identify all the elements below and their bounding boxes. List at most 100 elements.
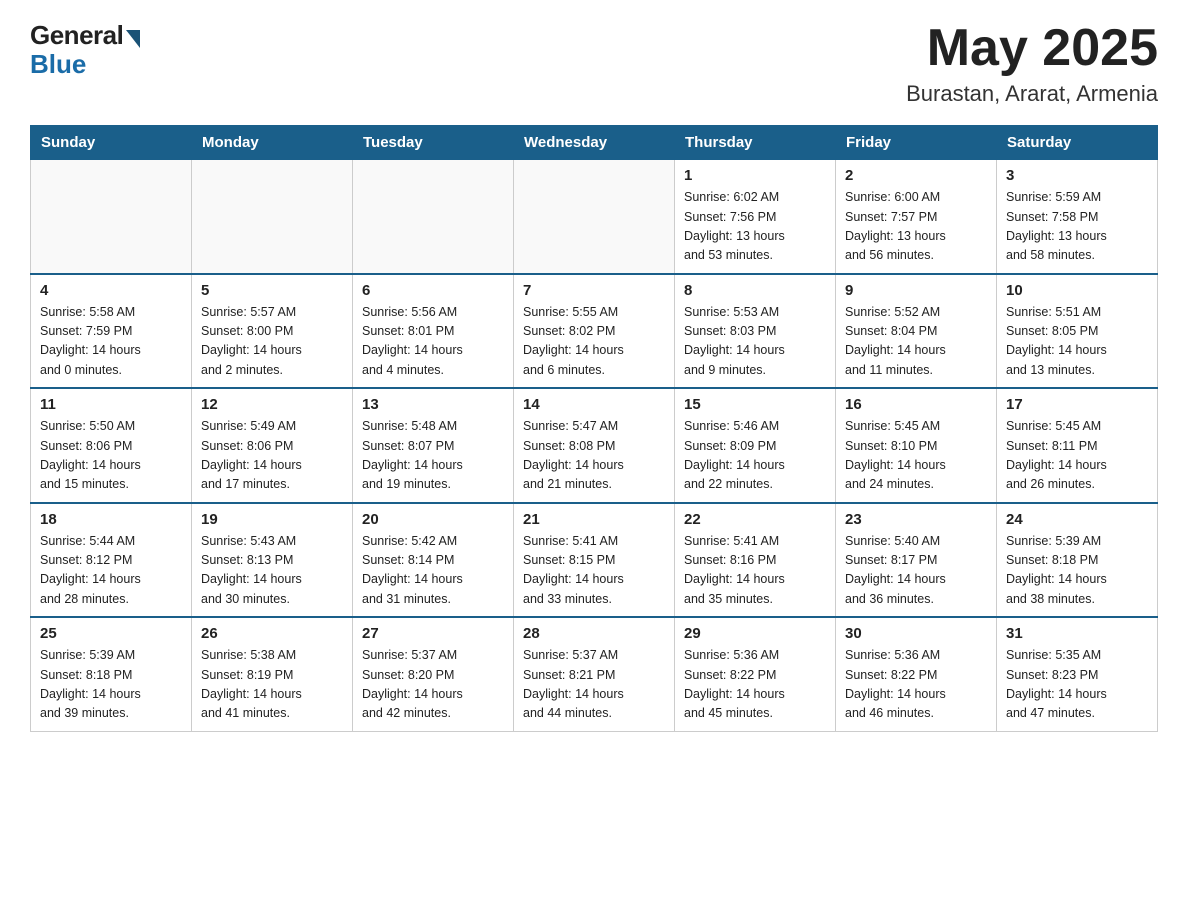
calendar-cell: 3Sunrise: 5:59 AMSunset: 7:58 PMDaylight…: [997, 160, 1158, 274]
day-info: Sunrise: 5:44 AMSunset: 8:12 PMDaylight:…: [40, 532, 182, 610]
calendar-cell: 22Sunrise: 5:41 AMSunset: 8:16 PMDayligh…: [675, 503, 836, 618]
day-info: Sunrise: 5:55 AMSunset: 8:02 PMDaylight:…: [523, 303, 665, 381]
title-section: May 2025 Burastan, Ararat, Armenia: [906, 20, 1158, 107]
day-number: 4: [40, 282, 182, 299]
day-info: Sunrise: 5:43 AMSunset: 8:13 PMDaylight:…: [201, 532, 343, 610]
day-number: 28: [523, 625, 665, 642]
calendar-week-row: 25 Sunrise: 5:39 AMSunset: 8:18 PMDayligh…: [31, 617, 1158, 731]
day-info: Sunrise: 5:52 AMSunset: 8:04 PMDaylight:…: [845, 303, 987, 381]
day-number: 14: [523, 396, 665, 413]
day-info: Sunrise: 5:41 AMSunset: 8:15 PMDaylight:…: [523, 532, 665, 610]
day-number: 26: [201, 625, 343, 642]
day-info: Sunrise: 5:37 AMSunset: 8:21 PMDaylight:…: [523, 646, 665, 724]
calendar-cell: 15Sunrise: 5:46 AMSunset: 8:09 PMDayligh…: [675, 388, 836, 503]
day-number: 9: [845, 282, 987, 299]
calendar-week-row: 11 Sunrise: 5:50 AMSunset: 8:06 PMDayligh…: [31, 388, 1158, 503]
calendar-cell: 17Sunrise: 5:45 AMSunset: 8:11 PMDayligh…: [997, 388, 1158, 503]
day-info: Sunrise: 5:36 AMSunset: 8:22 PMDaylight:…: [684, 646, 826, 724]
calendar-cell: [31, 160, 192, 274]
calendar-cell: 14 Sunrise: 5:47 AMSunset: 8:08 PMDayligh…: [514, 388, 675, 503]
calendar-header-wednesday: Wednesday: [514, 126, 675, 160]
calendar-week-row: 1 Sunrise: 6:02 AMSunset: 7:56 PMDaylight…: [31, 160, 1158, 274]
calendar-cell: 1 Sunrise: 6:02 AMSunset: 7:56 PMDaylight…: [675, 160, 836, 274]
calendar-cell: 5 Sunrise: 5:57 AMSunset: 8:00 PMDaylight…: [192, 274, 353, 389]
day-number: 21: [523, 511, 665, 528]
calendar-cell: 26 Sunrise: 5:38 AMSunset: 8:19 PMDayligh…: [192, 617, 353, 731]
calendar-cell: 7 Sunrise: 5:55 AMSunset: 8:02 PMDaylight…: [514, 274, 675, 389]
calendar-header-tuesday: Tuesday: [353, 126, 514, 160]
calendar-cell: [353, 160, 514, 274]
day-number: 30: [845, 625, 987, 642]
day-info: Sunrise: 5:40 AMSunset: 8:17 PMDaylight:…: [845, 532, 987, 610]
day-info: Sunrise: 5:58 AMSunset: 7:59 PMDaylight:…: [40, 303, 182, 381]
calendar-header-monday: Monday: [192, 126, 353, 160]
logo: General Blue: [30, 20, 140, 80]
day-info: Sunrise: 6:02 AMSunset: 7:56 PMDaylight:…: [684, 188, 826, 266]
calendar-cell: 18 Sunrise: 5:44 AMSunset: 8:12 PMDayligh…: [31, 503, 192, 618]
day-number: 24: [1006, 511, 1148, 528]
day-info: Sunrise: 5:42 AMSunset: 8:14 PMDaylight:…: [362, 532, 504, 610]
calendar-cell: 29 Sunrise: 5:36 AMSunset: 8:22 PMDayligh…: [675, 617, 836, 731]
day-number: 11: [40, 396, 182, 413]
day-info: Sunrise: 5:48 AMSunset: 8:07 PMDaylight:…: [362, 417, 504, 495]
calendar-cell: 16Sunrise: 5:45 AMSunset: 8:10 PMDayligh…: [836, 388, 997, 503]
day-info: Sunrise: 5:51 AMSunset: 8:05 PMDaylight:…: [1006, 303, 1148, 381]
day-info: Sunrise: 5:39 AMSunset: 8:18 PMDaylight:…: [40, 646, 182, 724]
calendar-header-row: SundayMondayTuesdayWednesdayThursdayFrid…: [31, 126, 1158, 160]
calendar-cell: 6Sunrise: 5:56 AMSunset: 8:01 PMDaylight…: [353, 274, 514, 389]
day-info: Sunrise: 5:47 AMSunset: 8:08 PMDaylight:…: [523, 417, 665, 495]
day-number: 13: [362, 396, 504, 413]
location-title: Burastan, Ararat, Armenia: [906, 81, 1158, 107]
day-info: Sunrise: 6:00 AMSunset: 7:57 PMDaylight:…: [845, 188, 987, 266]
day-number: 1: [684, 167, 826, 184]
day-number: 8: [684, 282, 826, 299]
calendar-cell: 30 Sunrise: 5:36 AMSunset: 8:22 PMDayligh…: [836, 617, 997, 731]
calendar-cell: 8 Sunrise: 5:53 AMSunset: 8:03 PMDaylight…: [675, 274, 836, 389]
day-info: Sunrise: 5:37 AMSunset: 8:20 PMDaylight:…: [362, 646, 504, 724]
calendar-cell: 11 Sunrise: 5:50 AMSunset: 8:06 PMDayligh…: [31, 388, 192, 503]
logo-blue-text: Blue: [30, 49, 86, 80]
day-number: 29: [684, 625, 826, 642]
day-info: Sunrise: 5:57 AMSunset: 8:00 PMDaylight:…: [201, 303, 343, 381]
day-info: Sunrise: 5:36 AMSunset: 8:22 PMDaylight:…: [845, 646, 987, 724]
day-number: 3: [1006, 167, 1148, 184]
day-number: 31: [1006, 625, 1148, 642]
calendar-cell: 10 Sunrise: 5:51 AMSunset: 8:05 PMDayligh…: [997, 274, 1158, 389]
calendar-cell: [192, 160, 353, 274]
calendar-week-row: 18 Sunrise: 5:44 AMSunset: 8:12 PMDayligh…: [31, 503, 1158, 618]
calendar-cell: 19Sunrise: 5:43 AMSunset: 8:13 PMDayligh…: [192, 503, 353, 618]
day-info: Sunrise: 5:41 AMSunset: 8:16 PMDaylight:…: [684, 532, 826, 610]
calendar-cell: 2 Sunrise: 6:00 AMSunset: 7:57 PMDaylight…: [836, 160, 997, 274]
calendar-header-friday: Friday: [836, 126, 997, 160]
calendar-header-thursday: Thursday: [675, 126, 836, 160]
calendar-cell: [514, 160, 675, 274]
day-info: Sunrise: 5:53 AMSunset: 8:03 PMDaylight:…: [684, 303, 826, 381]
calendar-cell: 24Sunrise: 5:39 AMSunset: 8:18 PMDayligh…: [997, 503, 1158, 618]
calendar-cell: 12Sunrise: 5:49 AMSunset: 8:06 PMDayligh…: [192, 388, 353, 503]
day-number: 27: [362, 625, 504, 642]
day-number: 5: [201, 282, 343, 299]
day-number: 18: [40, 511, 182, 528]
day-number: 12: [201, 396, 343, 413]
day-info: Sunrise: 5:38 AMSunset: 8:19 PMDaylight:…: [201, 646, 343, 724]
month-title: May 2025: [906, 20, 1158, 77]
logo-arrow-icon: [126, 30, 140, 48]
day-number: 10: [1006, 282, 1148, 299]
day-number: 2: [845, 167, 987, 184]
calendar-cell: 28 Sunrise: 5:37 AMSunset: 8:21 PMDayligh…: [514, 617, 675, 731]
day-info: Sunrise: 5:46 AMSunset: 8:09 PMDaylight:…: [684, 417, 826, 495]
day-number: 23: [845, 511, 987, 528]
calendar-cell: 31 Sunrise: 5:35 AMSunset: 8:23 PMDayligh…: [997, 617, 1158, 731]
day-number: 7: [523, 282, 665, 299]
day-number: 25: [40, 625, 182, 642]
calendar-cell: 9 Sunrise: 5:52 AMSunset: 8:04 PMDaylight…: [836, 274, 997, 389]
day-number: 16: [845, 396, 987, 413]
calendar-cell: 13 Sunrise: 5:48 AMSunset: 8:07 PMDayligh…: [353, 388, 514, 503]
day-info: Sunrise: 5:50 AMSunset: 8:06 PMDaylight:…: [40, 417, 182, 495]
day-info: Sunrise: 5:35 AMSunset: 8:23 PMDaylight:…: [1006, 646, 1148, 724]
day-number: 17: [1006, 396, 1148, 413]
calendar-cell: 27 Sunrise: 5:37 AMSunset: 8:20 PMDayligh…: [353, 617, 514, 731]
calendar-week-row: 4 Sunrise: 5:58 AMSunset: 7:59 PMDaylight…: [31, 274, 1158, 389]
day-info: Sunrise: 5:56 AMSunset: 8:01 PMDaylight:…: [362, 303, 504, 381]
calendar-cell: 23 Sunrise: 5:40 AMSunset: 8:17 PMDayligh…: [836, 503, 997, 618]
